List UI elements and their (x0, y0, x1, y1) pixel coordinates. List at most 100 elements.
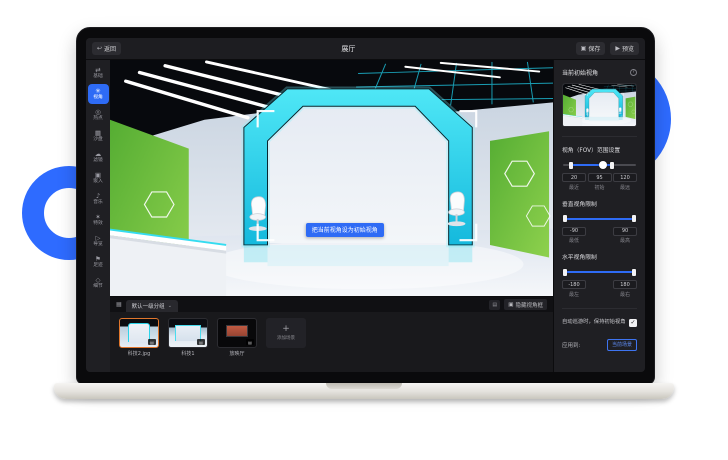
scene-thumb-image[interactable]: ▤ (119, 318, 159, 348)
set-initial-view-button[interactable]: 把当前视角设为初始视角 (306, 223, 384, 237)
laptop-screen: ↩ 返回 展厅 ▣ 保存 ▶ 预览 ⇄基础✳视角◎热点▦沙盘☁ (76, 27, 655, 385)
sidebar-item-label: 滤镜 (93, 158, 103, 163)
vertical-max-label: 最高 (620, 237, 630, 244)
vertical-min-label: 最低 (569, 237, 579, 244)
fov-max-input[interactable]: 120 (613, 173, 637, 182)
tour-icon: ▷ (96, 235, 101, 241)
scene-thumbnail-3[interactable]: ▤放映厅 (217, 318, 257, 357)
collapse-panel-button[interactable]: ▤ (489, 300, 500, 310)
horizontal-limit-slider[interactable] (563, 267, 636, 277)
sidebar-item-music[interactable]: ♪音乐 (88, 189, 109, 209)
hide-view-frame-label: 隐藏视角框 (515, 301, 543, 309)
preview-button[interactable]: ▶ 预览 (610, 42, 639, 55)
fov-max-label: 最远 (620, 184, 630, 191)
fov-initial-handle[interactable] (599, 161, 607, 169)
sidebar-item-label: 足迹 (93, 263, 103, 268)
horizontal-max-label: 最右 (620, 291, 630, 298)
scene-badge-icon: ▤ (246, 339, 254, 345)
sidebar-item-hotspot[interactable]: ◎热点 (88, 105, 109, 125)
vertical-limit-slider[interactable] (563, 214, 636, 224)
footprint-icon: ⚑ (95, 256, 101, 262)
help-icon[interactable]: ? (630, 69, 637, 76)
scene-group-tabbar: ▦ 默认一级分组 ⌄ ▤ ▣ 隐藏视角框 (110, 297, 553, 312)
plus-icon: + (282, 325, 290, 334)
sidebar-item-label: 特效 (93, 221, 103, 226)
bottom-scenes-panel: ▦ 默认一级分组 ⌄ ▤ ▣ 隐藏视角框 ▤ (110, 296, 553, 372)
vertical-limit-title: 垂直视角限制 (562, 199, 637, 208)
hotspot-icon: ◎ (95, 109, 101, 115)
save-label: 保存 (588, 44, 600, 53)
sidebar-item-label: 基础 (93, 74, 103, 79)
view-icon: ✳ (95, 88, 100, 94)
scene-thumbnail-2[interactable]: ▤ 科技1 (168, 318, 208, 357)
scene-thumb-label: 科技2.jpg (128, 350, 151, 357)
back-label: 返回 (104, 44, 116, 53)
laptop-base (54, 383, 674, 399)
vertical-max-input[interactable]: 90 (613, 227, 637, 236)
sidebar-item-view[interactable]: ✳视角 (88, 84, 109, 104)
apply-target-button[interactable]: 当前场景 (607, 339, 637, 351)
filter-icon: ☁ (95, 151, 102, 157)
sidebar-item-filter[interactable]: ☁滤镜 (88, 147, 109, 167)
auto-tour-label: 自动巡游时，保持初始视角 (562, 319, 629, 326)
sidebar-item-sandbox[interactable]: ▦沙盘 (88, 126, 109, 146)
vertical-min-handle[interactable] (563, 215, 567, 222)
sidebar-item-label: 视角 (93, 95, 103, 100)
fov-slider[interactable] (563, 160, 636, 170)
effects-icon: ✶ (95, 214, 100, 220)
chevron-down-icon: ⌄ (168, 303, 172, 309)
horizontal-min-handle[interactable] (563, 269, 567, 276)
vertical-min-input[interactable]: -90 (562, 227, 586, 236)
scene-group-label: 默认一级分组 (132, 302, 165, 310)
sidebar-item-footprint[interactable]: ⚑足迹 (88, 252, 109, 272)
divider (562, 308, 637, 309)
scene-thumb-label: 放映厅 (229, 350, 244, 357)
scene-thumb-image[interactable]: ▤ (217, 318, 257, 348)
horizontal-max-handle[interactable] (632, 269, 636, 276)
add-scene-button[interactable]: +添加场景 (266, 318, 306, 348)
auto-tour-checkbox[interactable]: ✓ (629, 319, 637, 327)
embed-icon: ▣ (95, 172, 101, 178)
hide-view-frame-button[interactable]: ▣ 隐藏视角框 (504, 299, 547, 310)
sidebar-item-detail[interactable]: ◇细节 (88, 273, 109, 293)
top-bar: ↩ 返回 展厅 ▣ 保存 ▶ 预览 (86, 38, 645, 60)
scene-thumbnail-1[interactable]: ▤ 科技2.jpg (119, 318, 159, 357)
sidebar-item-label: 热点 (93, 116, 103, 121)
sidebar-item-effects[interactable]: ✶特效 (88, 210, 109, 230)
scene-render (110, 60, 553, 296)
add-scene-label: 添加场景 (277, 335, 295, 341)
editor-app: ↩ 返回 展厅 ▣ 保存 ▶ 预览 ⇄基础✳视角◎热点▦沙盘☁ (86, 38, 645, 372)
horizontal-min-input[interactable]: -180 (562, 280, 586, 289)
left-sidebar: ⇄基础✳视角◎热点▦沙盘☁滤镜▣嵌入♪音乐✶特效▷导览⚑足迹◇细节 (86, 60, 110, 372)
fov-min-input[interactable]: 20 (562, 173, 586, 182)
fov-min-handle[interactable] (569, 162, 573, 169)
fov-min-label: 最近 (569, 184, 579, 191)
page-title: 展厅 (121, 44, 576, 54)
laptop-notch (326, 383, 402, 389)
save-button[interactable]: ▣ 保存 (576, 42, 606, 55)
basic-icon: ⇄ (95, 67, 100, 73)
scene-group-tab[interactable]: 默认一级分组 ⌄ (126, 300, 178, 312)
detail-icon: ◇ (96, 277, 101, 283)
back-button[interactable]: ↩ 返回 (92, 42, 121, 55)
page-background: ↩ 返回 展厅 ▣ 保存 ▶ 预览 ⇄基础✳视角◎热点▦沙盘☁ (0, 0, 728, 460)
sidebar-item-label: 细节 (93, 284, 103, 289)
vertical-max-handle[interactable] (632, 215, 636, 222)
scene-thumb-label: 科技1 (181, 350, 194, 357)
fov-max-handle[interactable] (610, 162, 614, 169)
preview-label: 预览 (622, 44, 634, 53)
sidebar-item-embed[interactable]: ▣嵌入 (88, 168, 109, 188)
frame-icon: ▣ (508, 302, 513, 308)
sidebar-item-basic[interactable]: ⇄基础 (88, 63, 109, 83)
fov-initial-input[interactable]: 95 (588, 173, 612, 182)
group-list-icon[interactable]: ▦ (116, 301, 122, 308)
horizontal-max-input[interactable]: 180 (613, 280, 637, 289)
horizontal-limit-title: 水平视角限制 (562, 252, 637, 261)
scene-thumb-image[interactable]: ▤ (168, 318, 208, 348)
sidebar-item-tour[interactable]: ▷导览 (88, 231, 109, 251)
divider (562, 136, 637, 137)
scene-badge-icon: ▤ (148, 339, 156, 345)
initial-view-thumbnail[interactable] (562, 83, 637, 127)
sidebar-item-label: 沙盘 (93, 137, 103, 142)
viewport-3d-scene[interactable]: 把当前视角设为初始视角 (110, 60, 553, 296)
